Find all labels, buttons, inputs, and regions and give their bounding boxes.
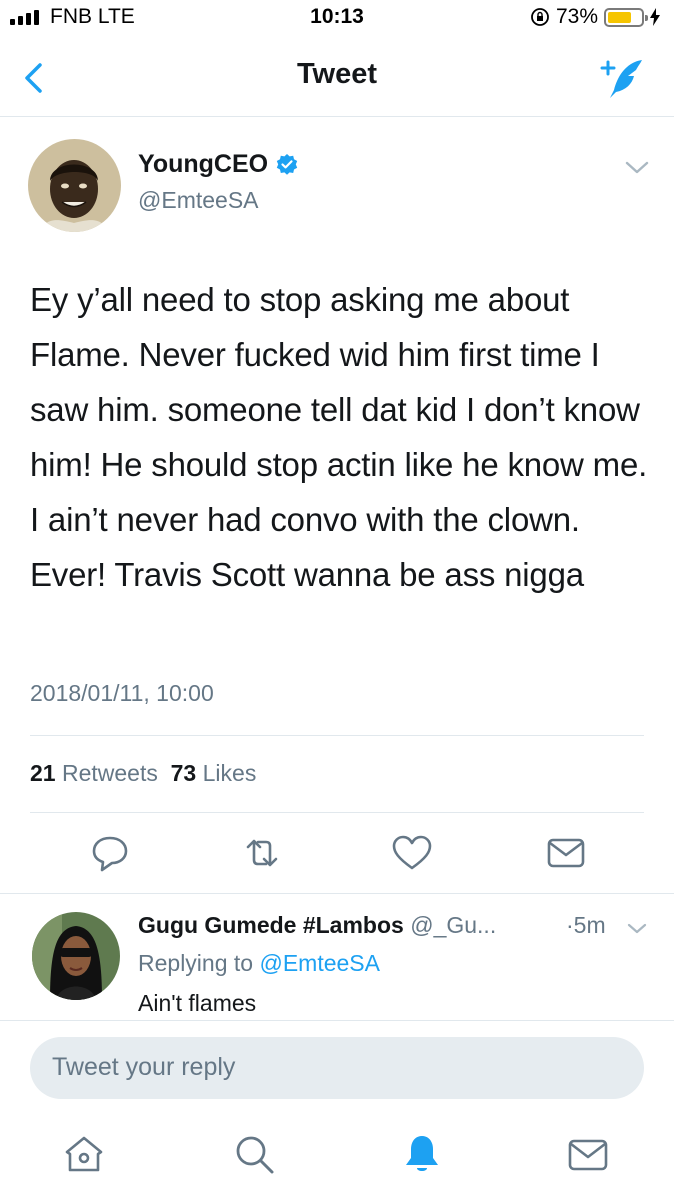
divider	[30, 735, 644, 736]
reply-icon[interactable]	[88, 833, 132, 873]
chevron-down-icon[interactable]	[626, 922, 648, 936]
retweets-stat[interactable]: 21 Retweets	[30, 760, 158, 786]
retweet-icon[interactable]	[240, 833, 284, 873]
chevron-down-icon[interactable]	[624, 160, 650, 176]
author-name-row[interactable]: YoungCEO	[138, 150, 298, 179]
tweet-stats: 21 Retweets 73 Likes	[30, 760, 256, 787]
reply-author-handle[interactable]: @_Gu...	[410, 912, 496, 938]
reply-text: Ain't flames	[138, 990, 257, 1016]
retweets-count: 21	[30, 760, 56, 786]
messages-icon[interactable]	[566, 1132, 610, 1176]
reply-compose-placeholder: Tweet your reply	[52, 1053, 236, 1081]
search-icon[interactable]	[232, 1132, 276, 1176]
divider	[0, 893, 674, 894]
author-avatar[interactable]	[28, 139, 121, 232]
like-heart-icon[interactable]	[390, 833, 434, 873]
direct-message-icon[interactable]	[544, 833, 588, 873]
verified-badge-icon	[276, 153, 298, 175]
page-title: Tweet	[296, 58, 378, 90]
tweet-text: Ey y’all need to stop asking me about Fl…	[30, 281, 648, 593]
reply-compose-input[interactable]: Tweet your reply	[30, 1037, 644, 1099]
nav-bar: Tweet	[0, 38, 674, 117]
notifications-icon[interactable]	[400, 1132, 444, 1176]
likes-count: 73	[170, 760, 197, 786]
home-icon[interactable]	[62, 1132, 106, 1176]
retweets-label: Retweets	[61, 760, 158, 786]
status-right: 73%	[530, 5, 660, 29]
tweet-timestamp: 2018/01/11, 10:00	[30, 680, 214, 706]
reply-author-name[interactable]: Gugu Gumede #Lambos	[138, 912, 404, 938]
divider	[0, 1020, 674, 1021]
likes-label: Likes	[202, 760, 257, 786]
likes-stat[interactable]: 73 Likes	[171, 760, 257, 786]
battery-fill	[608, 11, 632, 23]
reply-author-avatar[interactable]	[32, 912, 120, 1000]
replying-to-prefix: Replying to	[138, 950, 254, 976]
rotation-lock-icon	[531, 8, 549, 26]
replying-to-line: Replying to @EmteeSA	[138, 950, 380, 977]
reply-time: ·5m	[566, 912, 606, 938]
battery-percent: 73%	[555, 5, 598, 28]
author-name[interactable]: YoungCEO	[138, 150, 268, 179]
charging-bolt-icon	[650, 8, 660, 26]
author-handle[interactable]: @EmteeSA	[138, 187, 259, 214]
reply-author-row[interactable]: Gugu Gumede #Lambos @_Gu...	[138, 912, 496, 939]
replying-to-link[interactable]: @EmteeSA	[259, 950, 380, 976]
battery-icon	[604, 7, 648, 27]
status-bar: FNB LTE 10:13 73%	[0, 0, 674, 38]
divider	[30, 812, 644, 813]
compose-tweet-icon[interactable]	[598, 56, 646, 100]
